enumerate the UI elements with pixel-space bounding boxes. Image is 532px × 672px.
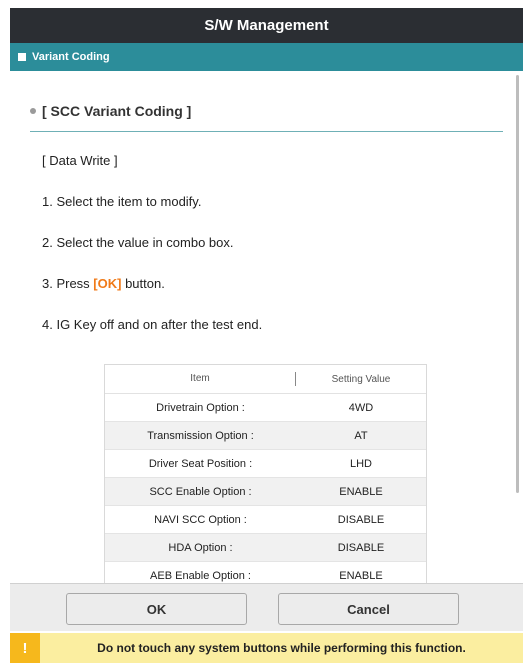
window-title: S/W Management: [10, 8, 523, 43]
step-3-ok-emphasis: [OK]: [93, 276, 122, 291]
instruction-heading: [ Data Write ]: [42, 153, 118, 168]
row-value[interactable]: ENABLE: [296, 486, 426, 498]
row-value[interactable]: DISABLE: [296, 542, 426, 554]
subheader-label: Variant Coding: [32, 51, 110, 63]
cancel-button[interactable]: Cancel: [278, 593, 459, 625]
subheader-bar: Variant Coding: [10, 43, 523, 71]
section-divider: [30, 131, 503, 132]
variant-table: Item Setting Value Drivetrain Option : 4…: [104, 364, 427, 583]
row-value[interactable]: AT: [296, 430, 426, 442]
table-row[interactable]: AEB Enable Option : ENABLE: [105, 562, 426, 583]
instruction-step-2: 2. Select the value in combo box.: [42, 235, 234, 250]
section-title-text: [ SCC Variant Coding ]: [42, 103, 192, 119]
table-row[interactable]: Transmission Option : AT: [105, 422, 426, 450]
column-header-item: Item: [105, 372, 296, 386]
row-value[interactable]: ENABLE: [296, 570, 426, 582]
table-header: Item Setting Value: [105, 365, 426, 394]
content-panel[interactable]: [ SCC Variant Coding ] [ Data Write ] 1.…: [10, 71, 523, 583]
row-value[interactable]: DISABLE: [296, 514, 426, 526]
table-row[interactable]: Driver Seat Position : LHD: [105, 450, 426, 478]
row-item: SCC Enable Option :: [149, 485, 252, 498]
instruction-step-3: 3. Press [OK] button.: [42, 276, 165, 291]
instruction-step-4: 4. IG Key off and on after the test end.: [42, 317, 263, 332]
warning-message: Do not touch any system buttons while pe…: [97, 641, 466, 655]
row-item: HDA Option :: [168, 541, 233, 554]
row-item: Transmission Option :: [147, 429, 254, 442]
row-item: Drivetrain Option :: [156, 401, 245, 414]
bullet-dot-icon: [30, 108, 36, 114]
table-row[interactable]: SCC Enable Option : ENABLE: [105, 478, 426, 506]
table-row[interactable]: NAVI SCC Option : DISABLE: [105, 506, 426, 534]
warning-icon: !: [10, 633, 40, 663]
table-row[interactable]: HDA Option : DISABLE: [105, 534, 426, 562]
vertical-scrollbar[interactable]: [516, 75, 519, 493]
instruction-step-1: 1. Select the item to modify.: [42, 194, 202, 209]
column-header-setting-value: Setting Value: [331, 373, 391, 385]
row-value[interactable]: 4WD: [296, 402, 426, 414]
row-item: NAVI SCC Option :: [154, 513, 247, 526]
step-3-suffix: button.: [121, 276, 165, 291]
row-item: AEB Enable Option :: [150, 569, 251, 582]
section-heading: [ SCC Variant Coding ]: [30, 103, 191, 119]
warning-banner: ! Do not touch any system buttons while …: [10, 633, 523, 663]
ok-button[interactable]: OK: [66, 593, 247, 625]
square-bullet-icon: [18, 53, 26, 61]
row-item: Driver Seat Position :: [148, 457, 253, 470]
button-bar: OK Cancel: [10, 583, 523, 631]
table-row[interactable]: Drivetrain Option : 4WD: [105, 394, 426, 422]
row-value[interactable]: LHD: [296, 458, 426, 470]
step-3-prefix: 3. Press: [42, 276, 94, 291]
